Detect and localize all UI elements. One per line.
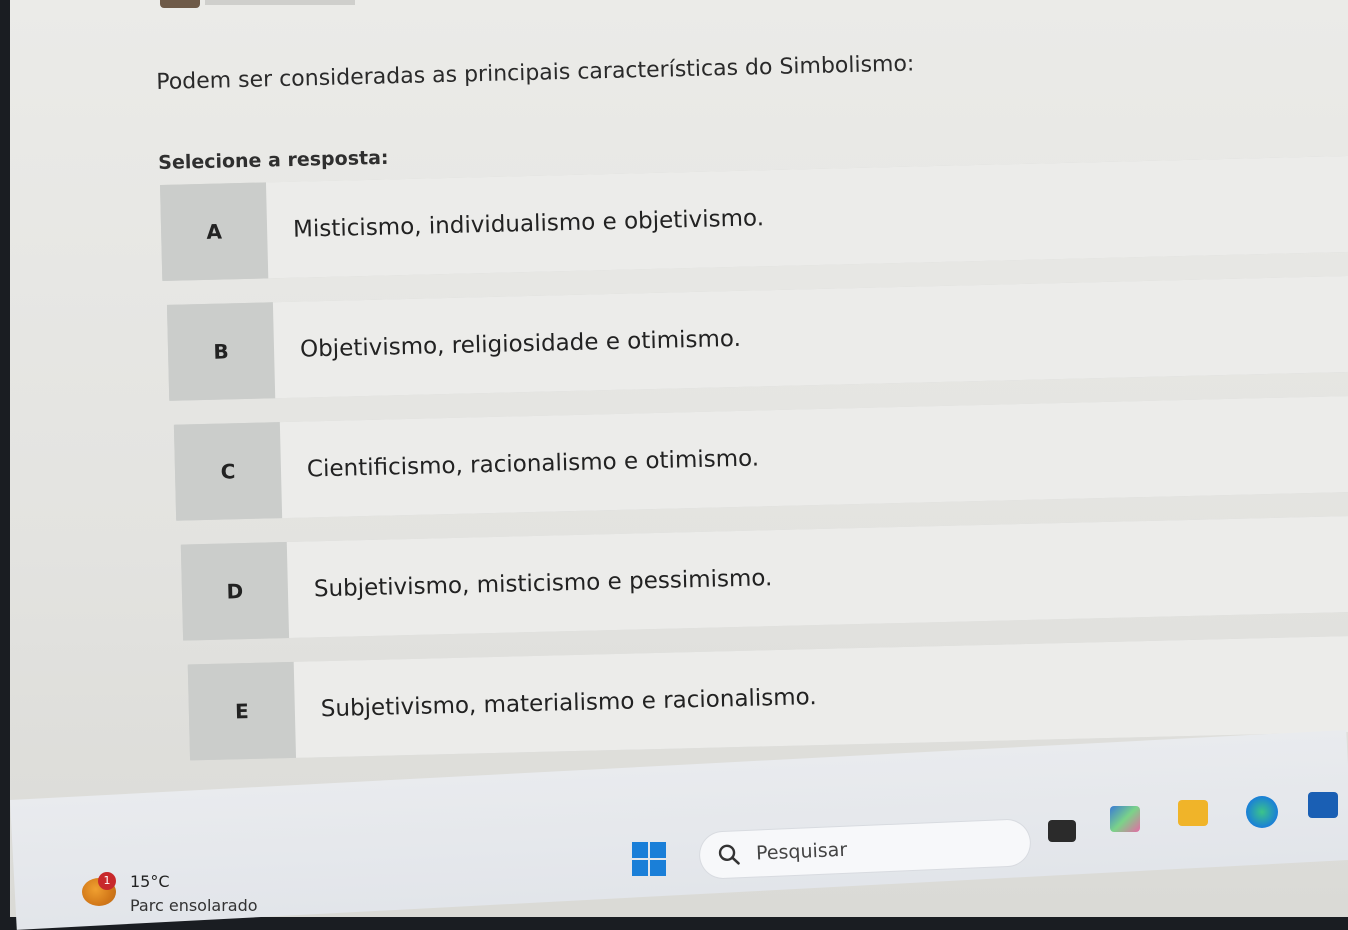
- option-letter: C: [173, 422, 283, 521]
- file-explorer-icon[interactable]: [1048, 820, 1076, 842]
- screen: Podem ser consideradas as principais car…: [10, 0, 1348, 930]
- edge-icon[interactable]: [1246, 796, 1278, 828]
- option-text: Misticismo, individualismo e objetivismo…: [265, 154, 1348, 279]
- weather-temperature: 15°C: [130, 872, 170, 891]
- option-text: Cientificismo, racionalismo e otimismo.: [279, 394, 1348, 519]
- option-a[interactable]: A Misticismo, individualismo e objetivis…: [160, 154, 1348, 281]
- header-bar-fragment: [205, 0, 355, 5]
- option-letter: A: [160, 182, 269, 281]
- option-letter: E: [187, 661, 297, 761]
- option-d[interactable]: D Subjetivismo, misticismo e pessimismo.: [180, 514, 1348, 641]
- search-placeholder: Pesquisar: [755, 838, 848, 865]
- notification-badge: 1: [98, 872, 116, 890]
- option-c[interactable]: C Cientificismo, racionalismo e otimismo…: [173, 394, 1348, 521]
- weather-condition: Parc ensolarado: [130, 896, 258, 915]
- question-text: Podem ser consideradas as principais car…: [156, 51, 915, 95]
- option-letter: D: [180, 542, 290, 641]
- folder-icon[interactable]: [1178, 800, 1208, 826]
- option-letter: B: [166, 302, 276, 401]
- copilot-icon[interactable]: [1110, 806, 1140, 832]
- option-text: Subjetivismo, misticismo e pessimismo.: [286, 514, 1348, 638]
- search-icon: [718, 844, 740, 865]
- answer-prompt: Selecione a resposta:: [158, 146, 389, 174]
- option-b[interactable]: B Objetivismo, religiosidade e otimismo.: [166, 274, 1348, 401]
- windows-start-icon[interactable]: [632, 842, 668, 878]
- option-text: Objetivismo, religiosidade e otimismo.: [272, 274, 1348, 399]
- answer-options: A Misticismo, individualismo e objetivis…: [160, 154, 1348, 785]
- store-icon[interactable]: [1308, 792, 1338, 818]
- header-logo-fragment: [160, 0, 200, 8]
